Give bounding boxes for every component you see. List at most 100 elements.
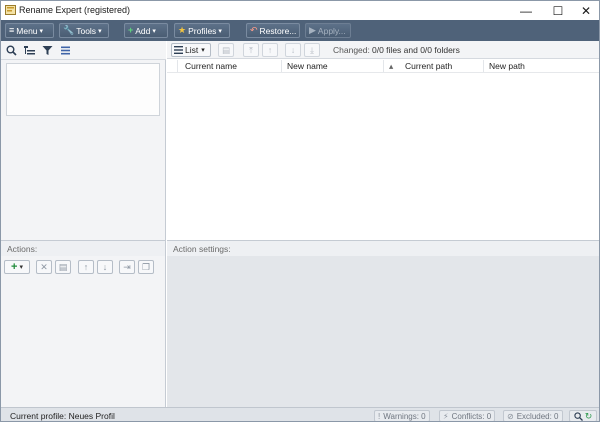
plus-icon: +	[11, 261, 18, 273]
conflict-icon: ⚡	[443, 411, 449, 421]
plus-icon: +	[128, 25, 134, 35]
columns-icon: ▤	[221, 44, 231, 55]
folder-panel	[1, 41, 166, 240]
excluded-icon: ⊘	[507, 411, 514, 421]
move-top-button[interactable]: ⤒	[243, 43, 259, 57]
main-toolbar: ≡ Menu ▾ 🔧 Tools ▾ + Add ▾ ★ Profiles ▾ …	[1, 20, 599, 41]
menu-button[interactable]: ≡ Menu ▾	[5, 23, 54, 38]
disable-icon: ⇥	[123, 261, 131, 272]
list-view-icon	[174, 46, 183, 54]
restore-label: Restore...	[259, 25, 297, 36]
close-button[interactable]: ✕	[571, 1, 599, 20]
search-refresh-button[interactable]: ↻	[569, 410, 597, 421]
excluded-count: Excluded: 0	[516, 411, 559, 421]
delete-icon: ✕	[40, 261, 48, 272]
app-icon	[5, 5, 16, 15]
actions-toolbar: + ▾ ✕ ▤ ↑ ↓ ⇥ ❐	[1, 256, 166, 278]
current-profile-text: Current profile: Neues Profil	[10, 411, 115, 421]
action-options-button[interactable]: ▤	[55, 260, 71, 274]
undo-icon: ↶	[250, 25, 258, 35]
conflicts-indicator[interactable]: ⚡ Conflicts: 0	[439, 410, 496, 421]
sort-ascending-icon: ▴	[389, 61, 394, 71]
column-current-path[interactable]: Current path	[405, 61, 452, 71]
actions-header: Actions:	[1, 240, 166, 256]
excluded-indicator[interactable]: ⊘ Excluded: 0	[503, 410, 563, 421]
close-icon: ✕	[580, 3, 592, 18]
conflicts-count: Conflicts: 0	[451, 411, 492, 421]
profiles-label: Profiles	[188, 25, 217, 36]
action-move-down-button[interactable]: ↓	[97, 260, 113, 274]
maximize-icon: ☐	[552, 3, 564, 18]
minimize-icon: —	[520, 3, 532, 18]
restore-button[interactable]: ↶ Restore...	[246, 23, 300, 38]
chevron-down-icon: ▾	[152, 27, 156, 35]
copy-icon: ❐	[141, 261, 151, 272]
tools-button[interactable]: 🔧 Tools ▾	[59, 23, 109, 38]
action-settings-panel	[167, 256, 599, 407]
column-new-path[interactable]: New path	[489, 61, 525, 71]
warnings-indicator[interactable]: ! Warnings: 0	[374, 410, 430, 421]
move-down-button[interactable]: ↓	[285, 43, 301, 57]
chevron-down-icon: ▾	[218, 27, 222, 35]
folder-panel-toolbar	[1, 41, 166, 60]
actions-panel: + ▾ ✕ ▤ ↑ ↓ ⇥ ❐	[1, 256, 166, 407]
status-bar: Current profile: Neues Profil ! Warnings…	[1, 407, 599, 421]
move-bottom-icon: ⤓	[310, 44, 314, 55]
chevron-down-icon: ▾	[19, 264, 23, 271]
view-mode-label: List	[185, 45, 199, 55]
star-icon: ★	[178, 25, 187, 35]
changed-value: 0/0 files and 0/0 folders	[372, 45, 460, 55]
column-settings-button[interactable]: ▤	[218, 43, 234, 57]
actions-header-label: Actions:	[7, 244, 38, 254]
warnings-count: Warnings: 0	[383, 411, 426, 421]
search-icon	[574, 411, 583, 421]
add-label: Add	[135, 25, 151, 36]
chevron-down-icon: ▾	[201, 47, 205, 54]
action-settings-header: Action settings:	[167, 240, 599, 256]
arrow-down-icon: ↓	[102, 262, 108, 272]
file-list-panel: List ▾ ▤ ⤒ ↑ ↓ ⤓ Changed: 0/0 files and …	[167, 41, 599, 240]
changed-label: Changed:	[333, 45, 370, 55]
wrench-icon: 🔧	[63, 25, 75, 35]
menu-label: Menu	[16, 25, 38, 36]
move-up-button[interactable]: ↑	[262, 43, 278, 57]
add-button[interactable]: + Add ▾	[124, 23, 168, 38]
arrow-down-icon: ↓	[290, 45, 296, 55]
add-action-button[interactable]: + ▾	[4, 260, 30, 274]
maximize-button[interactable]: ☐	[543, 1, 573, 20]
move-top-icon: ⤒	[249, 44, 253, 55]
arrow-up-icon: ↑	[83, 262, 89, 272]
filter-icon[interactable]	[41, 44, 54, 57]
chevron-down-icon: ▾	[98, 27, 102, 35]
folder-tree[interactable]	[6, 63, 160, 116]
app-window: Rename Expert (registered) — ☐ ✕ ≡ Menu …	[0, 0, 600, 422]
apply-button[interactable]: ▶ Apply...	[305, 23, 351, 38]
delete-action-button[interactable]: ✕	[36, 260, 52, 274]
search-icon[interactable]	[5, 44, 18, 57]
apply-label: Apply...	[317, 25, 346, 36]
warning-icon: !	[378, 411, 381, 421]
profiles-button[interactable]: ★ Profiles ▾	[174, 23, 230, 38]
column-new-name[interactable]: New name	[287, 61, 328, 71]
disable-action-button[interactable]: ⇥	[119, 260, 135, 274]
move-bottom-button[interactable]: ⤓	[304, 43, 320, 57]
refresh-icon: ↻	[584, 410, 593, 421]
window-title: Rename Expert (registered)	[19, 5, 131, 15]
minimize-button[interactable]: —	[511, 1, 541, 20]
file-list-header: Current name New name ▴ Current path New…	[167, 59, 599, 73]
view-mode-dropdown[interactable]: List ▾	[171, 43, 211, 57]
list-options-icon[interactable]	[59, 44, 72, 57]
file-list-toolbar: List ▾ ▤ ⤒ ↑ ↓ ⤓ Changed: 0/0 files and …	[167, 41, 599, 59]
options-icon: ▤	[58, 261, 68, 272]
action-move-up-button[interactable]: ↑	[78, 260, 94, 274]
copy-action-button[interactable]: ❐	[138, 260, 154, 274]
tools-label: Tools	[76, 25, 97, 36]
title-bar: Rename Expert (registered) — ☐ ✕	[1, 1, 599, 20]
tree-view-icon[interactable]	[23, 44, 36, 57]
hamburger-icon: ≡	[9, 25, 15, 35]
play-icon: ▶	[309, 25, 316, 35]
column-current-name[interactable]: Current name	[185, 61, 237, 71]
chevron-down-icon: ▾	[39, 27, 44, 35]
action-settings-header-label: Action settings:	[173, 244, 231, 254]
arrow-up-icon: ↑	[267, 45, 273, 55]
